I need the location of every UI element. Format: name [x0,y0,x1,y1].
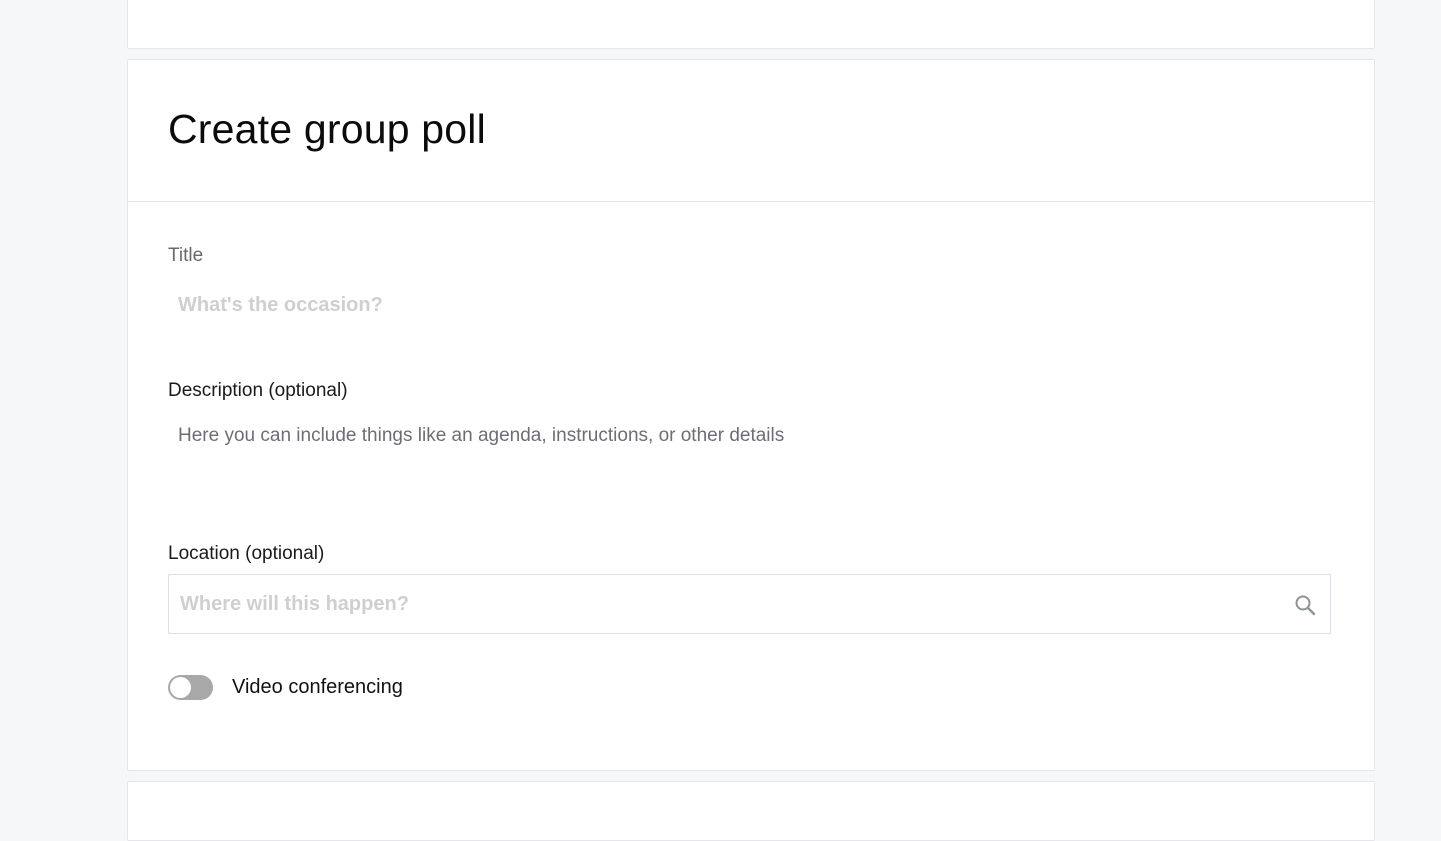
description-textarea[interactable] [168,422,1328,502]
location-input[interactable] [169,575,1269,633]
previous-section-card [127,0,1375,49]
video-conferencing-label: Video conferencing [232,675,403,698]
search-icon[interactable] [1294,594,1316,616]
location-label: Location (optional) [168,543,325,564]
video-conferencing-toggle[interactable] [168,674,213,700]
create-group-poll-card: Create group poll Title Description (opt… [127,59,1375,771]
page-title: Create group poll [168,106,486,152]
title-input[interactable] [168,288,1328,322]
next-section-card [127,781,1375,841]
toggle-knob [170,676,191,698]
title-label: Title [168,245,204,266]
location-field [168,574,1331,634]
video-conferencing-row: Video conferencing [168,674,403,700]
description-label: Description (optional) [168,380,348,401]
card-header: Create group poll [128,60,1374,202]
